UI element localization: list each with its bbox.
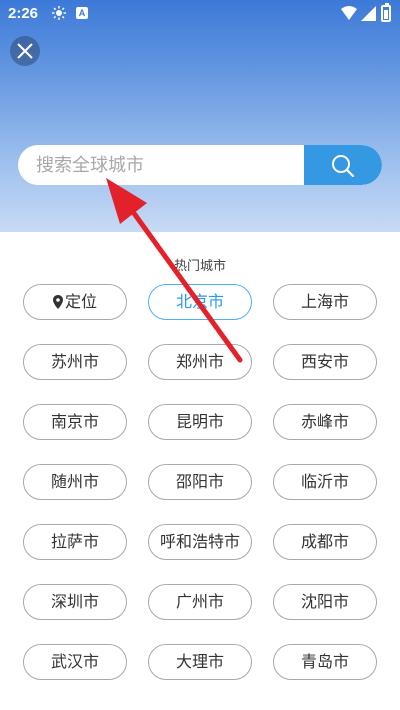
a-icon: A	[76, 7, 88, 19]
close-icon	[17, 43, 33, 59]
city-button-beijing[interactable]: 北京市	[148, 284, 252, 320]
city-button-kunming[interactable]: 昆明市	[148, 404, 252, 440]
city-button-nanjing[interactable]: 南京市	[23, 404, 127, 440]
signal-icon	[361, 6, 376, 21]
city-button-lhasa[interactable]: 拉萨市	[23, 524, 127, 560]
city-button-xian[interactable]: 西安市	[273, 344, 377, 380]
city-button-suzhou[interactable]: 苏州市	[23, 344, 127, 380]
city-button-shaoyang[interactable]: 邵阳市	[148, 464, 252, 500]
battery-icon	[381, 3, 391, 22]
locate-label: 定位	[64, 292, 97, 311]
city-button-shanghai[interactable]: 上海市	[273, 284, 377, 320]
city-button-hohhot[interactable]: 呼和浩特市	[148, 524, 252, 560]
search-box	[18, 145, 382, 185]
close-button[interactable]	[10, 36, 40, 66]
city-button-wuhan[interactable]: 武汉市	[23, 644, 127, 680]
search-input[interactable]	[18, 145, 304, 185]
city-button-chifeng[interactable]: 赤峰市	[273, 404, 377, 440]
status-bar: 2:26 A	[0, 0, 400, 28]
location-pin-icon	[52, 295, 63, 309]
city-button-shenzhen[interactable]: 深圳市	[23, 584, 127, 620]
wifi-icon	[341, 6, 357, 20]
city-button-chengdu[interactable]: 成都市	[273, 524, 377, 560]
city-button-qingdao[interactable]: 青岛市	[273, 644, 377, 680]
search-button[interactable]	[304, 145, 382, 185]
city-button-dali[interactable]: 大理市	[148, 644, 252, 680]
city-button-suizhou[interactable]: 随州市	[23, 464, 127, 500]
city-button-zhengzhou[interactable]: 郑州市	[148, 344, 252, 380]
locate-button[interactable]: 定位	[23, 284, 127, 320]
sun-icon	[52, 6, 66, 20]
search-icon	[332, 155, 355, 178]
city-button-guangzhou[interactable]: 广州市	[148, 584, 252, 620]
header-banner: 2:26 A	[0, 0, 400, 232]
city-button-shenyang[interactable]: 沈阳市	[273, 584, 377, 620]
city-button-linyi[interactable]: 临沂市	[273, 464, 377, 500]
status-time: 2:26	[8, 5, 39, 22]
hot-cities-title: 热门城市	[173, 259, 226, 274]
